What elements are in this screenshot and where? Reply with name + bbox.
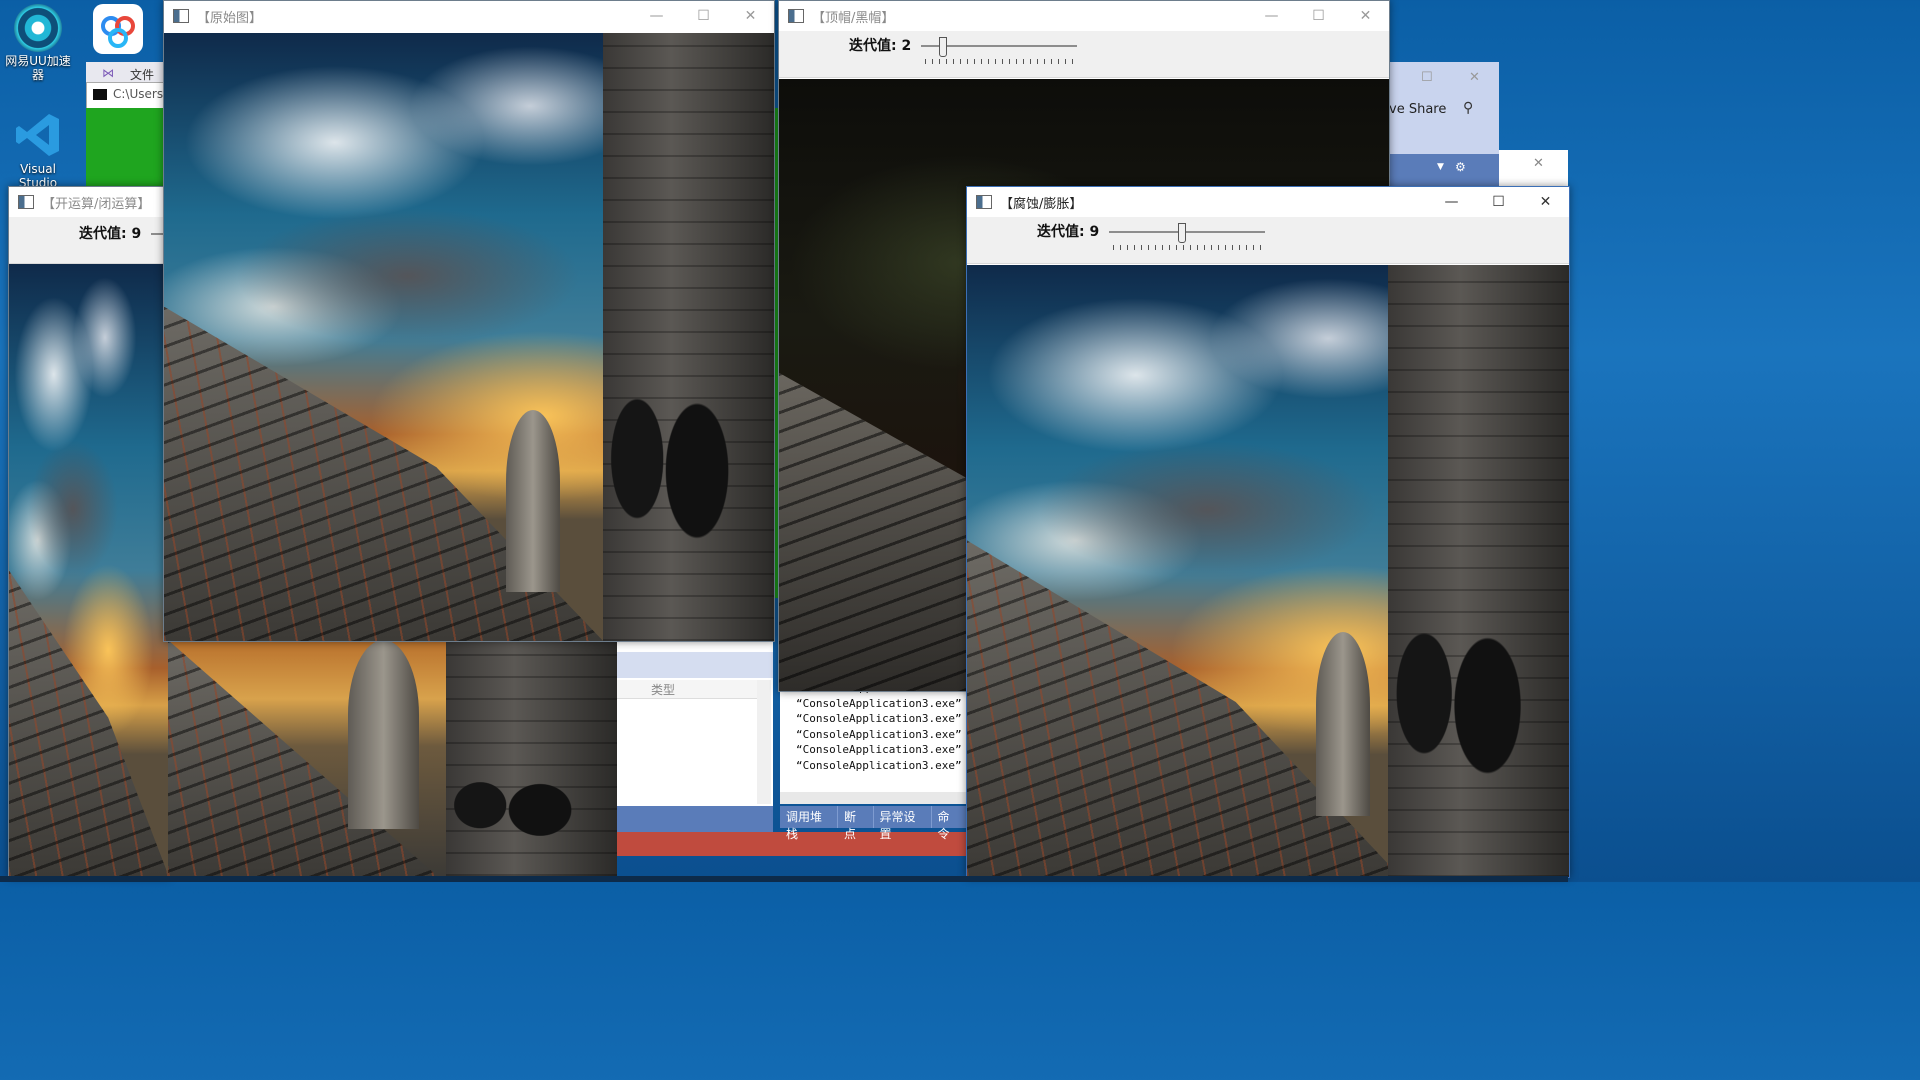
slider-ticks: [1113, 245, 1263, 250]
close-button[interactable]: ✕: [727, 1, 774, 31]
window-app-icon: [976, 195, 992, 209]
desktop-icon-uu[interactable]: 网易UU加速器: [2, 4, 74, 82]
original-image: [164, 33, 774, 641]
minimize-button[interactable]: —: [1248, 1, 1295, 31]
trackbar-panel: 迭代值: 9: [9, 217, 169, 264]
titlebar[interactable]: 【腐蚀/膨胀】 — ☐ ✕: [967, 187, 1569, 217]
console-line: “ConsoleApplication3.exe”: [796, 743, 962, 756]
tower-shape: [347, 640, 420, 829]
column-header-type[interactable]: 类型: [617, 680, 757, 699]
taskbar-edge: [0, 876, 1568, 882]
debug-tabbar: 调用堆栈 断点 异常设置 命令: [780, 806, 967, 841]
iteration-label: 迭代值: 9: [79, 226, 142, 242]
erode-dilate-image: [967, 265, 1569, 877]
close-button[interactable]: ✕: [1522, 187, 1569, 217]
minimize-button[interactable]: —: [1428, 187, 1475, 217]
vs-list-panel: 类型: [617, 640, 773, 832]
iteration-label: 迭代值: 2: [849, 38, 912, 54]
window-app-icon: [788, 9, 804, 23]
window-title: 【原始图】: [197, 10, 263, 26]
maximize-button[interactable]: ☐: [680, 1, 727, 31]
uu-accelerator-icon: [14, 4, 62, 52]
baidu-netdisk-icon: [93, 4, 143, 54]
console-line: “ConsoleApplication3.exe”: [796, 696, 962, 710]
tab-breakpoints[interactable]: 断点: [838, 806, 874, 841]
gear-icon[interactable]: ⚙: [1455, 160, 1466, 174]
trackbar-panel: 迭代值: 2: [779, 31, 1389, 78]
small-popup: ✕: [1499, 150, 1568, 186]
console-hscroll[interactable]: [780, 792, 966, 804]
openclose-image-lower: [168, 640, 617, 876]
minimize-button[interactable]: —: [633, 1, 680, 31]
vs-side-strip: ▼ ⚙: [1387, 154, 1499, 188]
maximize-icon[interactable]: ☐: [1421, 70, 1433, 85]
list-header-strip: [617, 652, 773, 678]
close-icon[interactable]: ✕: [1469, 70, 1480, 85]
output-console: ConsoleApplication3.exe “ConsoleApplicat…: [780, 681, 972, 792]
tab-callstack[interactable]: 调用堆栈: [780, 806, 838, 841]
window-original[interactable]: 【原始图】 — ☐ ✕: [163, 0, 775, 642]
status-strip: [617, 806, 773, 832]
desktop-icon-app[interactable]: [82, 4, 154, 56]
person-icon[interactable]: ⚲: [1463, 100, 1473, 116]
window-title: 【腐蚀/膨胀】: [1000, 196, 1083, 212]
window-app-icon: [18, 195, 34, 209]
cmd-title: C:\Users: [113, 87, 164, 101]
tab-command[interactable]: 命令: [932, 806, 967, 841]
liveshare-panel: ☐ ✕ ve Share ⚲: [1387, 62, 1499, 154]
cmd-window[interactable]: C:\Users: [86, 82, 168, 110]
console-line: “ConsoleApplication3.exe”: [796, 727, 962, 741]
maximize-button[interactable]: ☐: [1475, 187, 1522, 217]
close-button[interactable]: ✕: [1342, 1, 1389, 31]
slider-ticks: [925, 59, 1075, 64]
iteration-label: 迭代值: 9: [1037, 224, 1100, 240]
titlebar[interactable]: 【顶帽/黑帽】 — ☐ ✕: [779, 1, 1389, 31]
window-app-icon: [173, 9, 189, 23]
tower-shape: [505, 409, 561, 593]
desktop-icon-label: 网易UU加速器: [5, 54, 71, 82]
vs-logo-icon: ⋈: [102, 66, 114, 80]
vscode-icon: [13, 110, 63, 160]
file-tab-label: 文件: [130, 68, 155, 82]
console-line: “ConsoleApplication3.exe”: [796, 758, 962, 772]
iteration-slider-thumb[interactable]: [1178, 223, 1186, 243]
window-title: 【开运算/闭运算】: [42, 196, 151, 212]
titlebar[interactable]: 【原始图】 — ☐ ✕: [164, 1, 774, 31]
iteration-slider-thumb[interactable]: [939, 37, 947, 57]
window-openclose[interactable]: 【开运算/闭运算】 迭代值: 9: [8, 186, 170, 878]
liveshare-label[interactable]: ve Share: [1389, 102, 1446, 117]
maximize-button[interactable]: ☐: [1295, 1, 1342, 31]
window-erode-dilate[interactable]: 【腐蚀/膨胀】 — ☐ ✕ 迭代值: 9: [966, 186, 1570, 878]
tower-shape: [1316, 632, 1371, 816]
green-console-area: [86, 108, 166, 188]
trackbar-panel: 迭代值: 9: [967, 217, 1569, 264]
openclose-image: [9, 264, 169, 877]
tab-exceptions[interactable]: 异常设置: [874, 806, 932, 841]
cmd-icon: [93, 89, 107, 100]
titlebar[interactable]: 【开运算/闭运算】: [9, 187, 169, 217]
scrollbar[interactable]: [757, 680, 771, 804]
vs-file-tab[interactable]: ⋈ 文件: [86, 62, 166, 84]
close-icon[interactable]: ✕: [1533, 156, 1544, 171]
iteration-slider-track[interactable]: [1109, 231, 1265, 233]
dropdown-icon[interactable]: ▼: [1437, 162, 1444, 172]
window-title: 【顶帽/黑帽】: [812, 10, 895, 26]
console-line: “ConsoleApplication3.exe”: [796, 712, 962, 725]
